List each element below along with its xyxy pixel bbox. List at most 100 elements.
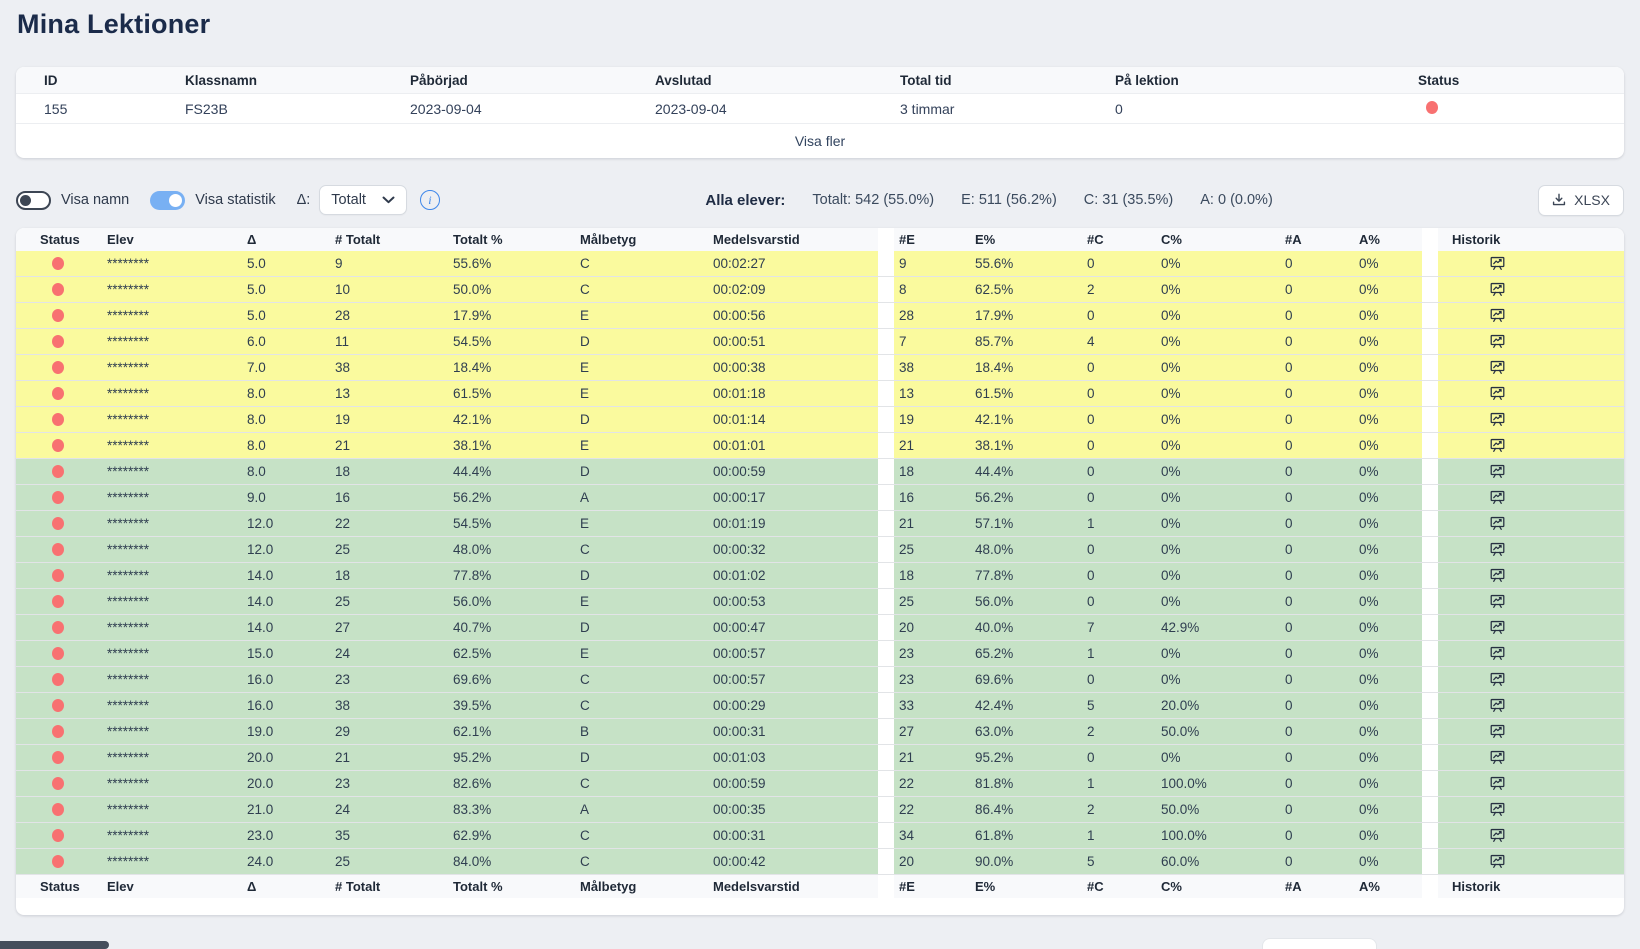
student-row[interactable]: ********16.02369.6%C00:00:572369.6%00%00… xyxy=(16,667,1624,693)
history-button[interactable] xyxy=(1488,515,1506,533)
cell-historik xyxy=(1438,563,1624,588)
cell-elev: ******** xyxy=(104,251,244,276)
cell-delta: 5.0 xyxy=(244,303,332,328)
col-header-status: Status xyxy=(16,228,104,251)
cell-c_pct: 0% xyxy=(1156,251,1280,276)
student-row[interactable]: ********15.02462.5%E00:00:572365.2%10%00… xyxy=(16,641,1624,667)
student-row[interactable]: ********8.01361.5%E00:01:181361.5%00%00% xyxy=(16,381,1624,407)
student-row[interactable]: ********14.01877.8%D00:01:021877.8%00%00… xyxy=(16,563,1624,589)
cell-malbetyg: D xyxy=(577,407,710,432)
cell-e_pct: 69.6% xyxy=(970,667,1082,692)
cell-malbetyg: C xyxy=(577,667,710,692)
history-button[interactable] xyxy=(1488,541,1506,559)
history-button[interactable] xyxy=(1488,411,1506,429)
horizontal-scrollbar-thumb[interactable] xyxy=(0,941,109,949)
column-gap xyxy=(1422,537,1438,562)
column-gap xyxy=(878,511,894,536)
visa-namn-toggle[interactable] xyxy=(16,191,51,210)
history-button[interactable] xyxy=(1488,619,1506,637)
student-row[interactable]: ********23.03562.9%C00:00:313461.8%1100.… xyxy=(16,823,1624,849)
cell-a_pct: 0% xyxy=(1354,355,1422,380)
student-row[interactable]: ********24.02584.0%C00:00:422090.0%560.0… xyxy=(16,849,1624,875)
history-button[interactable] xyxy=(1488,801,1506,819)
history-button[interactable] xyxy=(1488,437,1506,455)
student-row[interactable]: ********12.02548.0%C00:00:322548.0%00%00… xyxy=(16,537,1624,563)
cell-a_pct: 0% xyxy=(1354,381,1422,406)
student-row[interactable]: ********21.02483.3%A00:00:352286.4%250.0… xyxy=(16,797,1624,823)
student-row[interactable]: ********14.02740.7%D00:00:472040.0%742.9… xyxy=(16,615,1624,641)
history-button[interactable] xyxy=(1488,567,1506,585)
cell-medelsvarstid: 00:00:32 xyxy=(710,537,878,562)
cell-e: 34 xyxy=(894,823,970,848)
history-button[interactable] xyxy=(1488,671,1506,689)
cell-e: 20 xyxy=(894,615,970,640)
cell-e: 18 xyxy=(894,459,970,484)
history-button[interactable] xyxy=(1488,697,1506,715)
history-button[interactable] xyxy=(1488,749,1506,767)
history-button[interactable] xyxy=(1488,775,1506,793)
student-row[interactable]: ********5.02817.9%E00:00:562817.9%00%00% xyxy=(16,303,1624,329)
visa-statistik-toggle[interactable] xyxy=(150,191,185,210)
cell-malbetyg: C xyxy=(577,277,710,302)
cell-e_pct: 17.9% xyxy=(970,303,1082,328)
history-button[interactable] xyxy=(1488,333,1506,351)
student-row[interactable]: ********20.02382.6%C00:00:592281.8%1100.… xyxy=(16,771,1624,797)
cell-elev: ******** xyxy=(104,485,244,510)
cell-a_pct: 0% xyxy=(1354,797,1422,822)
student-row[interactable]: ********16.03839.5%C00:00:293342.4%520.0… xyxy=(16,693,1624,719)
student-row[interactable]: ********14.02556.0%E00:00:532556.0%00%00… xyxy=(16,589,1624,615)
history-button[interactable] xyxy=(1488,723,1506,741)
student-row[interactable]: ********6.01154.5%D00:00:51785.7%40%00% xyxy=(16,329,1624,355)
lesson-row[interactable]: 155 FS23B 2023-09-04 2023-09-04 3 timmar… xyxy=(16,94,1624,124)
cell-malbetyg: D xyxy=(577,615,710,640)
history-button[interactable] xyxy=(1488,827,1506,845)
students-body: ********5.0955.6%C00:02:27955.6%00%00%**… xyxy=(16,251,1624,875)
cell-a: 0 xyxy=(1280,355,1354,380)
cell-elev: ******** xyxy=(104,719,244,744)
history-button[interactable] xyxy=(1488,489,1506,507)
students-header-row: StatusElevΔ# TotaltTotalt %MålbetygMedel… xyxy=(16,228,1624,251)
cell-medelsvarstid: 00:01:01 xyxy=(710,433,878,458)
student-row[interactable]: ********12.02254.5%E00:01:192157.1%10%00… xyxy=(16,511,1624,537)
status-dot xyxy=(52,569,64,582)
history-chart-icon xyxy=(1489,697,1506,714)
toggle-knob xyxy=(20,195,31,206)
history-button[interactable] xyxy=(1488,281,1506,299)
cell-malbetyg: E xyxy=(577,511,710,536)
student-row[interactable]: ********5.01050.0%C00:02:09862.5%20%00% xyxy=(16,277,1624,303)
student-row[interactable]: ********20.02195.2%D00:01:032195.2%00%00… xyxy=(16,745,1624,771)
status-dot xyxy=(52,829,64,842)
cell-a: 0 xyxy=(1280,719,1354,744)
history-button[interactable] xyxy=(1488,385,1506,403)
column-gap xyxy=(878,433,894,458)
xlsx-export-button[interactable]: XLSX xyxy=(1538,185,1624,216)
column-gap xyxy=(878,771,894,796)
student-row[interactable]: ********19.02962.1%B00:00:312763.0%250.0… xyxy=(16,719,1624,745)
student-row[interactable]: ********9.01656.2%A00:00:171656.2%00%00% xyxy=(16,485,1624,511)
cell-elev: ******** xyxy=(104,277,244,302)
show-more-link[interactable]: Visa fler xyxy=(795,133,845,149)
history-button[interactable] xyxy=(1488,645,1506,663)
student-row[interactable]: ********8.01844.4%D00:00:591844.4%00%00% xyxy=(16,459,1624,485)
history-button[interactable] xyxy=(1488,463,1506,481)
history-button[interactable] xyxy=(1488,853,1506,871)
cell-medelsvarstid: 00:00:31 xyxy=(710,823,878,848)
student-row[interactable]: ********8.02138.1%E00:01:012138.1%00%00% xyxy=(16,433,1624,459)
student-row[interactable]: ********8.01942.1%D00:01:141942.1%00%00% xyxy=(16,407,1624,433)
history-chart-icon xyxy=(1489,541,1506,558)
history-button[interactable] xyxy=(1488,593,1506,611)
student-row[interactable]: ********5.0955.6%C00:02:27955.6%00%00% xyxy=(16,251,1624,277)
history-button[interactable] xyxy=(1488,255,1506,273)
history-button[interactable] xyxy=(1488,307,1506,325)
info-icon[interactable]: i xyxy=(420,190,440,210)
delta-select[interactable]: Totalt xyxy=(319,185,407,215)
cell-elev: ******** xyxy=(104,797,244,822)
lessons-table: ID Klassnamn Påbörjad Avslutad Total tid… xyxy=(16,67,1624,158)
history-button[interactable] xyxy=(1488,359,1506,377)
cell-delta: 21.0 xyxy=(244,797,332,822)
student-row[interactable]: ********7.03818.4%E00:00:383818.4%00%00% xyxy=(16,355,1624,381)
cell-medelsvarstid: 00:01:14 xyxy=(710,407,878,432)
delta-label: Δ: xyxy=(297,192,311,208)
cell-status xyxy=(16,693,104,718)
cell-status xyxy=(16,303,104,328)
